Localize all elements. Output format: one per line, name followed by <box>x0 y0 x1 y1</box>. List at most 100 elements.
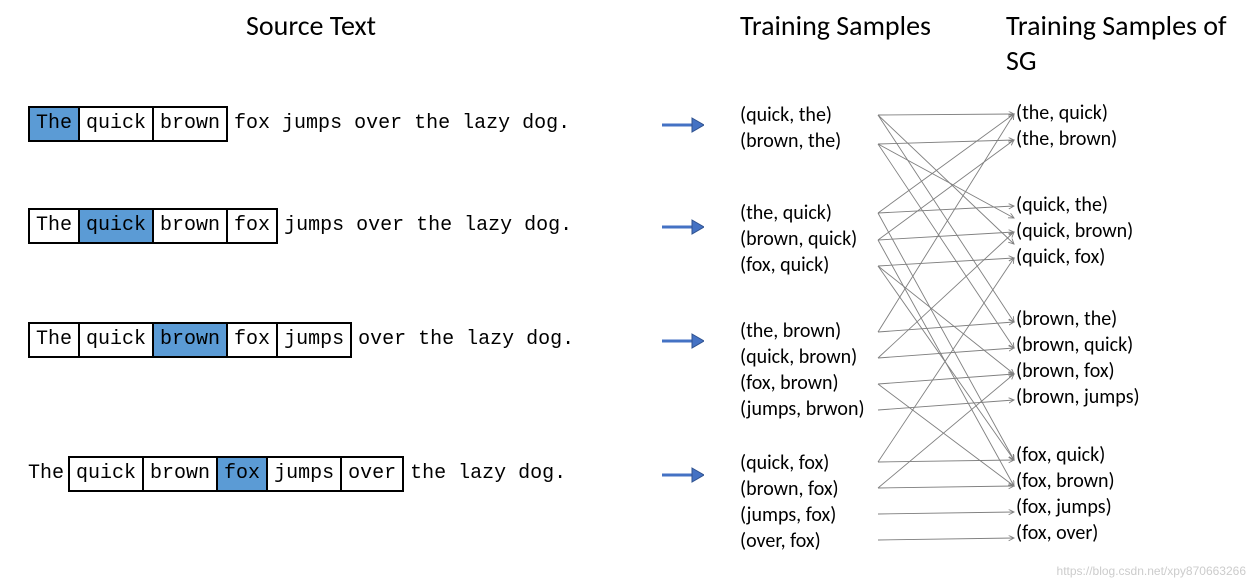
context-word-box: brown <box>152 106 228 142</box>
arrow-icon <box>660 218 704 236</box>
training-samples-group: (the, brown)(quick, brown)(fox, brown)(j… <box>740 318 865 422</box>
training-samples-group: (quick, the)(brown, the) <box>740 102 841 154</box>
context-word-box: brown <box>142 456 218 492</box>
training-sample-sg: (fox, over) <box>1016 520 1115 546</box>
connection-line <box>878 400 1014 410</box>
remaining-text: the lazy dog. <box>404 462 566 486</box>
target-word-box: brown <box>152 322 228 358</box>
training-sample-sg: (fox, jumps) <box>1016 494 1115 520</box>
connection-line <box>878 384 1014 486</box>
context-word-box: fox <box>226 322 278 358</box>
training-samples-sg-group: (the, quick)(the, brown) <box>1016 100 1117 152</box>
connection-line <box>878 512 1014 514</box>
training-sample: (brown, quick) <box>740 226 857 252</box>
training-samples-sg-group: (brown, the)(brown, quick)(brown, fox)(b… <box>1016 306 1140 410</box>
training-sample: (quick, brown) <box>740 344 865 370</box>
context-word-box: jumps <box>266 456 342 492</box>
context-word-box: quick <box>68 456 144 492</box>
source-text-row: Thequickbrownfoxjumps over the lazy dog. <box>28 208 572 244</box>
connection-line <box>878 232 1014 358</box>
heading-training-samples-sg: Training Samples of SG <box>1006 8 1252 78</box>
context-window: Thequickbrownfoxjumps <box>28 322 352 358</box>
connection-line <box>878 538 1014 540</box>
connection-line <box>878 114 1014 332</box>
training-sample-sg: (the, brown) <box>1016 126 1117 152</box>
context-word-box: The <box>28 208 80 244</box>
heading-training-samples: Training Samples <box>740 8 931 43</box>
training-sample-sg: (brown, jumps) <box>1016 384 1140 410</box>
watermark: https://blog.csdn.net/xpy870663266 <box>1057 564 1246 578</box>
training-sample-sg: (brown, the) <box>1016 306 1140 332</box>
context-window: quickbrownfoxjumpsover <box>68 456 404 492</box>
connection-line <box>878 486 1014 488</box>
target-word-box: quick <box>78 208 154 244</box>
remaining-text: fox jumps over the lazy dog. <box>228 112 570 136</box>
connection-line <box>878 206 1014 213</box>
connection-line <box>878 115 1014 322</box>
connection-line <box>878 140 1014 240</box>
arrow-icon <box>660 332 704 350</box>
connection-line <box>878 266 1014 460</box>
connection-line <box>878 374 1014 384</box>
connection-line <box>878 348 1014 358</box>
context-window: Thequickbrownfox <box>28 208 278 244</box>
training-sample: (brown, fox) <box>740 476 839 502</box>
source-text-row: The quickbrownfoxjumpsoverthe lazy dog. <box>28 456 566 492</box>
connection-line <box>878 258 1014 266</box>
target-word-box: fox <box>216 456 268 492</box>
connection-line <box>878 144 1014 348</box>
training-sample: (fox, quick) <box>740 252 857 278</box>
training-samples-sg-group: (quick, the)(quick, brown)(quick, fox) <box>1016 192 1133 270</box>
training-sample-sg: (quick, the) <box>1016 192 1133 218</box>
context-word-box: quick <box>78 106 154 142</box>
training-samples-sg-group: (fox, quick)(fox, brown)(fox, jumps)(fox… <box>1016 442 1115 546</box>
training-sample-sg: (brown, quick) <box>1016 332 1140 358</box>
training-sample-sg: (quick, fox) <box>1016 244 1133 270</box>
context-word-box: The <box>28 322 80 358</box>
connection-line <box>878 374 1014 488</box>
connection-line <box>878 114 1014 213</box>
connection-line <box>878 213 1014 460</box>
training-sample-sg: (fox, brown) <box>1016 468 1115 494</box>
training-sample: (jumps, fox) <box>740 502 839 528</box>
context-word-box: quick <box>78 322 154 358</box>
context-window: Thequickbrown <box>28 106 228 142</box>
remaining-text: over the lazy dog. <box>352 328 574 352</box>
remaining-text: jumps over the lazy dog. <box>278 214 572 238</box>
training-sample-sg: (fox, quick) <box>1016 442 1115 468</box>
target-word-box: The <box>28 106 80 142</box>
training-sample: (over, fox) <box>740 528 839 554</box>
training-samples-group: (the, quick)(brown, quick)(fox, quick) <box>740 200 857 278</box>
training-samples-group: (quick, fox)(brown, fox)(jumps, fox)(ove… <box>740 450 839 554</box>
source-text-row: Thequickbrownfoxjumpsover the lazy dog. <box>28 322 574 358</box>
training-sample-sg: (brown, fox) <box>1016 358 1140 384</box>
connection-line <box>878 258 1014 462</box>
connection-line <box>878 232 1014 240</box>
training-sample: (jumps, brwon) <box>740 396 865 422</box>
connection-line <box>878 140 1014 144</box>
training-sample: (quick, fox) <box>740 450 839 476</box>
connection-line <box>878 115 1014 244</box>
connection-line <box>878 144 1014 218</box>
connection-line <box>878 266 1014 374</box>
connection-line <box>878 322 1014 332</box>
connection-line <box>878 460 1014 462</box>
connection-line <box>878 240 1014 486</box>
training-sample: (quick, the) <box>740 102 841 128</box>
context-word-box: jumps <box>276 322 352 358</box>
lead-text: The <box>28 462 68 486</box>
training-sample: (fox, brown) <box>740 370 865 396</box>
connection-line <box>878 114 1014 115</box>
source-text-row: Thequickbrownfox jumps over the lazy dog… <box>28 106 570 142</box>
training-sample: (brown, the) <box>740 128 841 154</box>
training-sample: (the, quick) <box>740 200 857 226</box>
arrow-icon <box>660 116 704 134</box>
context-word-box: brown <box>152 208 228 244</box>
heading-source-text: Source Text <box>246 8 376 43</box>
context-word-box: over <box>340 456 404 492</box>
arrow-icon <box>660 466 704 484</box>
training-sample-sg: (the, quick) <box>1016 100 1117 126</box>
context-word-box: fox <box>226 208 278 244</box>
training-sample-sg: (quick, brown) <box>1016 218 1133 244</box>
training-sample: (the, brown) <box>740 318 865 344</box>
